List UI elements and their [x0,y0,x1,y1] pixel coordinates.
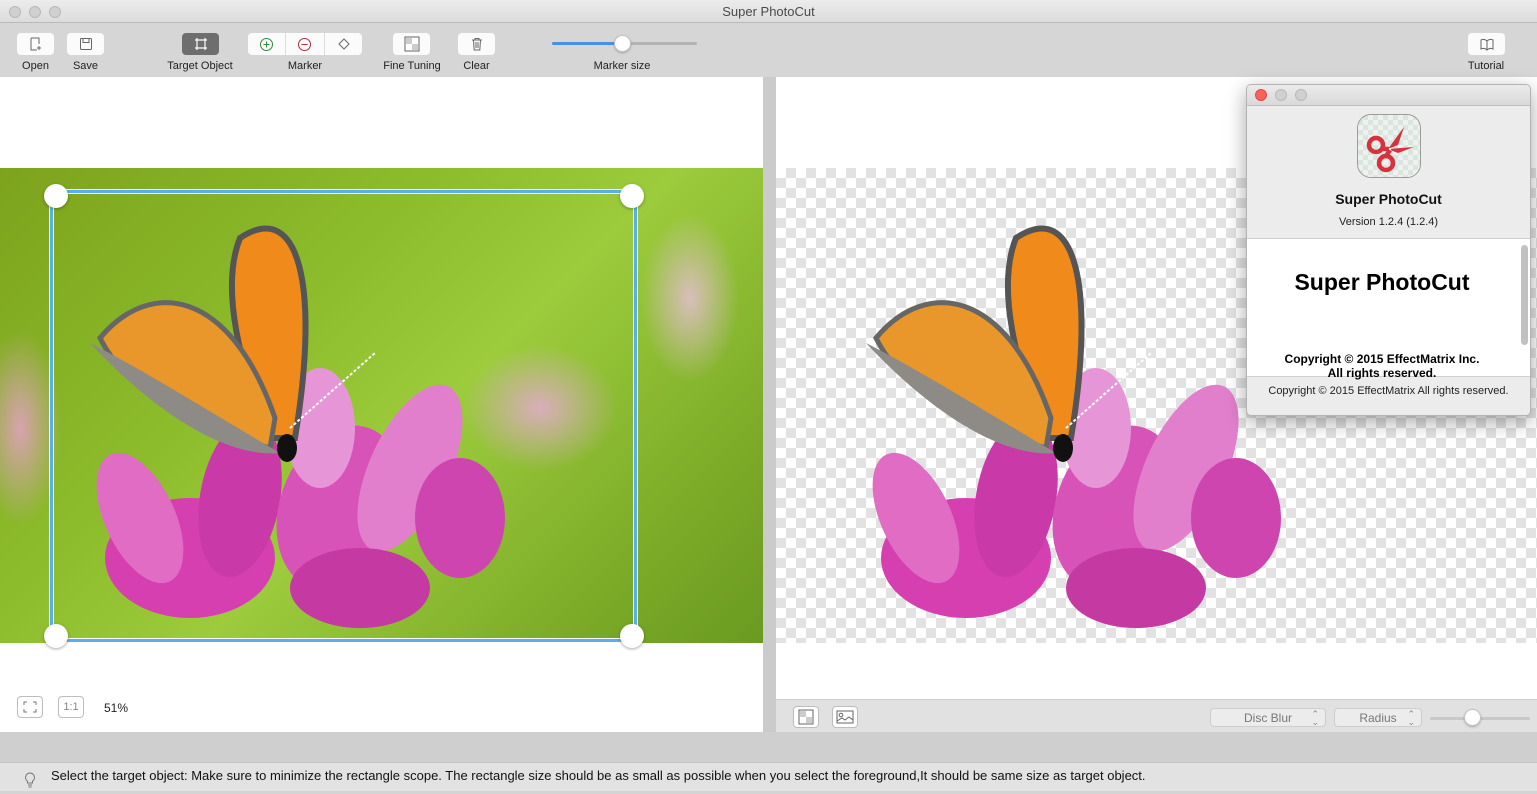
zoom-window-button[interactable] [49,6,61,18]
blur-param-select[interactable]: Radius ⌃ ⌄ [1334,708,1422,727]
app-window: Super PhotoCut Open Save Target Object M… [0,0,1537,791]
target-selection-rectangle[interactable] [50,190,637,642]
status-bar: Select the target object: Make sure to m… [0,762,1537,791]
book-icon [1480,38,1493,51]
marker-size-fill [552,42,622,45]
selection-handle-top-right[interactable] [620,184,644,208]
floppy-disk-icon [79,38,92,50]
fine-tuning-button[interactable] [393,33,430,55]
open-label: Open [22,60,49,72]
updown-arrows-icon: ⌃ ⌄ [1311,709,1319,727]
about-minimize-button[interactable] [1275,89,1287,101]
marker-remove-button[interactable] [286,33,325,55]
checkerboard-icon [404,36,419,52]
clear-button[interactable] [458,33,495,55]
plus-circle-icon [260,37,274,51]
about-close-button[interactable] [1255,89,1267,101]
selection-handle-top-left[interactable] [44,184,68,208]
blur-type-value: Disc Blur [1243,710,1292,725]
about-copyright-line2: All rights reserved. [1327,366,1437,380]
scissors-icon [1366,127,1414,173]
panel-divider[interactable] [763,77,776,732]
tutorial-button[interactable] [1468,33,1505,55]
image-bg-button[interactable] [832,706,858,728]
crop-rectangle-icon [194,38,207,50]
actual-size-button[interactable]: 1:1 [58,696,84,718]
trash-icon [471,38,482,51]
updown-arrows-icon: ⌃ ⌄ [1407,709,1415,727]
minimize-window-button[interactable] [29,6,41,18]
fine-tuning-label: Fine Tuning [383,60,441,72]
about-credits-copyright: Copyright © 2015 EffectMatrix Inc. All r… [1247,352,1517,380]
about-app-name: Super PhotoCut [1335,191,1442,207]
blur-type-select[interactable]: Disc Blur ⌃ ⌄ [1210,708,1326,727]
window-title: Super PhotoCut [722,4,815,19]
lightbulb-icon [25,772,35,788]
status-hint-text: Select the target object: Make sure to m… [51,768,1146,783]
checkerboard-icon [798,709,814,725]
toolbar: Open Save Target Object Marker Fine Tuni… [0,23,1537,77]
minus-circle-icon [298,37,312,51]
tutorial-label: Tutorial [1467,60,1505,72]
blur-param-value: Radius [1359,710,1397,725]
about-zoom-button[interactable] [1295,89,1307,101]
about-title-bar [1247,85,1530,106]
save-label: Save [72,60,99,72]
target-object-label: Target Object [167,60,233,72]
result-bottom-bar: Disc Blur ⌃ ⌄ Radius ⌃ ⌄ [776,699,1537,732]
transparent-bg-button[interactable] [793,706,819,728]
about-scrollbar[interactable] [1521,245,1528,345]
marker-size-knob[interactable] [613,35,631,52]
about-copyright-line1: Copyright © 2015 EffectMatrix Inc. [1284,352,1480,366]
title-bar: Super PhotoCut [0,0,1537,23]
marker-label: Marker [287,60,323,72]
close-window-button[interactable] [9,6,21,18]
about-credits-title: Super PhotoCut [1294,269,1470,295]
fullscreen-icon [23,701,37,713]
marker-size-label: Marker size [593,60,651,72]
about-version: Version 1.2.4 (1.2.4) [1338,216,1439,228]
open-button[interactable] [17,33,54,55]
marker-segmented-control [248,33,362,55]
marker-add-button[interactable] [248,33,287,55]
selection-handle-bottom-right[interactable] [620,624,644,648]
eraser-icon [338,38,351,50]
new-file-icon [30,37,41,51]
clear-label: Clear [463,60,490,72]
image-icon [836,710,854,724]
app-icon [1357,114,1421,178]
marker-erase-button[interactable] [325,33,362,55]
fit-to-window-button[interactable] [17,696,43,718]
target-object-button[interactable] [182,33,219,55]
about-credits-scroll[interactable]: Super PhotoCut Copyright © 2015 EffectMa… [1247,238,1530,380]
about-window: Super PhotoCut Version 1.2.4 (1.2.4) Sup… [1246,84,1531,416]
blur-amount-knob[interactable] [1464,709,1481,726]
about-footer: Copyright © 2015 EffectMatrix All rights… [1268,385,1509,397]
source-image-panel: 1:1 51% [0,77,763,732]
selection-handle-bottom-left[interactable] [44,624,68,648]
save-button[interactable] [67,33,104,55]
zoom-level: 51% [104,701,129,715]
